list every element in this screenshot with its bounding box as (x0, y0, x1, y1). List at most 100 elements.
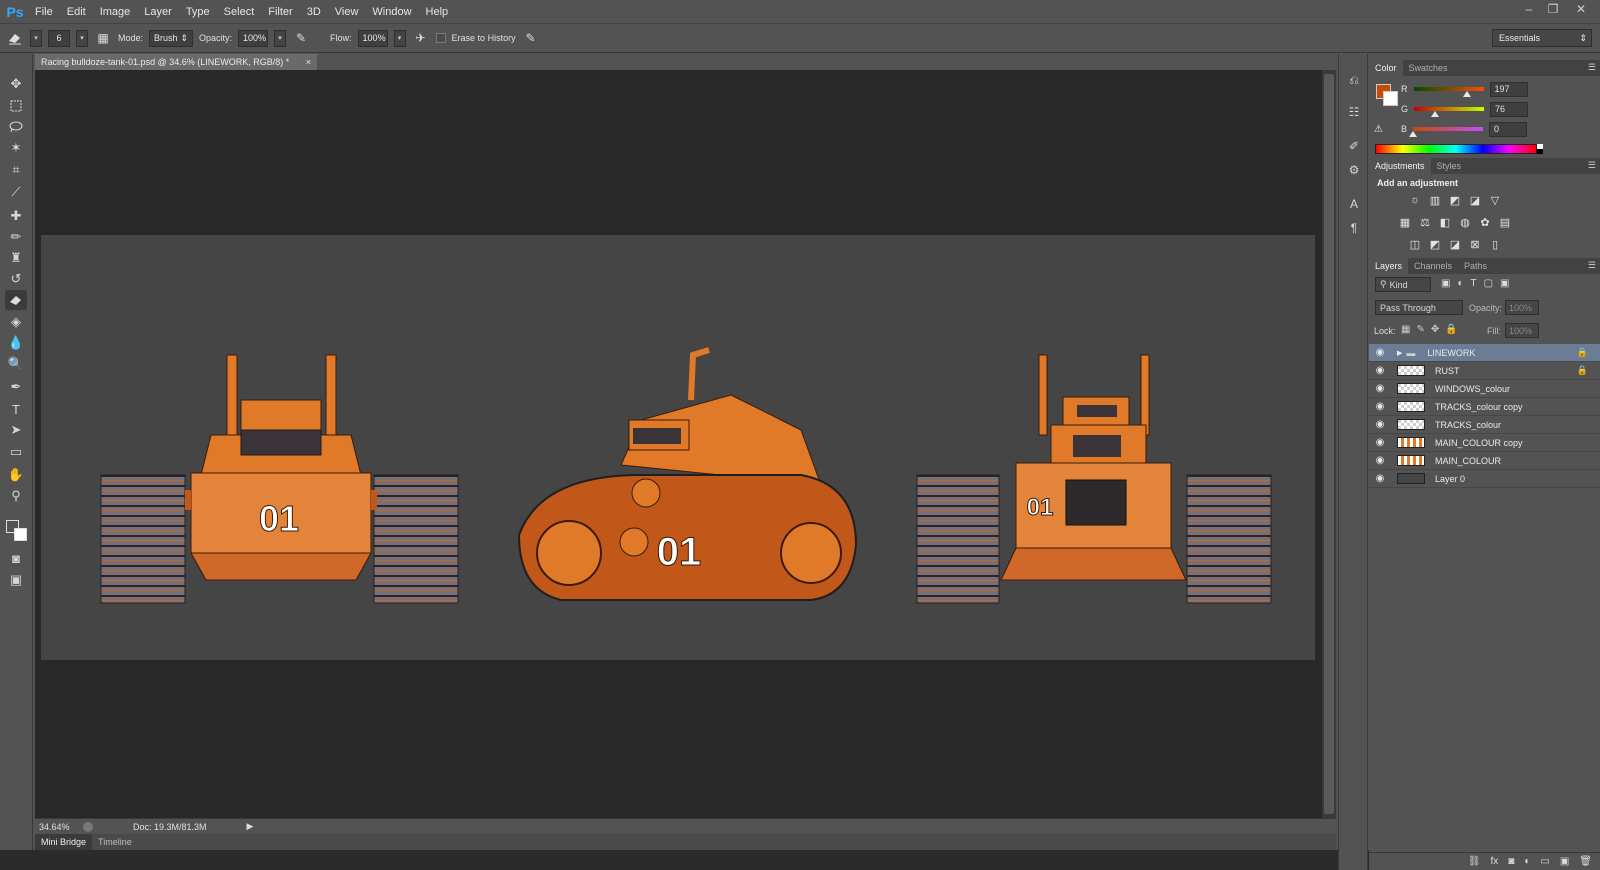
hue-saturation-icon[interactable]: ▦ (1397, 215, 1413, 229)
tab-paths[interactable]: Paths (1458, 258, 1493, 274)
fill-field[interactable]: 100% (1505, 323, 1539, 338)
color-spectrum-bar[interactable] (1375, 144, 1537, 154)
status-menu-arrow-icon[interactable]: ▶ (247, 821, 254, 832)
airbrush-icon[interactable]: ✈ (412, 29, 430, 47)
layer-row[interactable]: ◉ RUST 🔒 (1369, 362, 1600, 380)
flow-field[interactable]: 100% (357, 29, 388, 47)
hand-tool-icon[interactable]: ✋ (5, 465, 27, 485)
screen-mode-icon[interactable]: ▣ (5, 570, 27, 590)
menu-filter[interactable]: Filter (261, 6, 299, 18)
quick-mask-icon[interactable]: ◙ (5, 548, 27, 568)
tab-channels[interactable]: Channels (1408, 258, 1458, 274)
spectrum-black[interactable] (1537, 149, 1543, 154)
opacity-dropdown[interactable]: ▾ (274, 29, 287, 47)
tab-swatches[interactable]: Swatches (1403, 60, 1454, 76)
pressure-size-icon[interactable]: ✎ (522, 29, 540, 47)
threshold-icon[interactable]: ◪ (1447, 237, 1463, 251)
color-background-swatch[interactable] (1383, 91, 1398, 106)
layer-filter-select[interactable]: ⚲ Kind (1375, 277, 1431, 292)
green-slider[interactable] (1414, 107, 1485, 117)
levels-icon[interactable]: ▥ (1427, 193, 1443, 207)
tab-mini-bridge[interactable]: Mini Bridge (35, 834, 93, 850)
vibrance-icon[interactable]: ▽ (1487, 193, 1503, 207)
mode-select[interactable]: Brush ⇕ (149, 29, 194, 47)
lock-icons[interactable]: ▦✎✥🔒 (1401, 324, 1464, 335)
brightness-icon[interactable]: ☼ (1407, 193, 1423, 207)
opacity-field[interactable]: 100% (238, 29, 269, 47)
menu-help[interactable]: Help (419, 6, 456, 18)
blend-mode-select[interactable]: Pass Through (1375, 300, 1463, 315)
red-slider-thumb[interactable] (1463, 91, 1472, 97)
marquee-tool-icon[interactable] (5, 96, 27, 116)
selective-color-icon[interactable]: ⊠ (1467, 237, 1483, 251)
layer-style-icon[interactable]: fx (1491, 856, 1499, 867)
minimize-button[interactable]: – (1518, 0, 1540, 18)
panel-menu-icon[interactable]: ☰ (1588, 160, 1596, 171)
layer-mask-icon[interactable]: ◙ (1508, 856, 1514, 867)
type-tool-icon[interactable]: T (5, 399, 27, 419)
color-lookup-icon[interactable]: ▤ (1497, 215, 1513, 229)
brush-size-field[interactable]: 6 (48, 29, 70, 47)
layer-row[interactable]: ◉ ▶ ▬ LINEWORK 🔒 (1369, 344, 1600, 362)
tab-timeline[interactable]: Timeline (92, 834, 138, 850)
vertical-scrollbar[interactable] (1322, 70, 1336, 818)
menu-type[interactable]: Type (179, 6, 217, 18)
clone-stamp-tool-icon[interactable]: ♜ (5, 248, 27, 268)
green-slider-thumb[interactable] (1431, 111, 1440, 117)
status-info-icon[interactable] (83, 821, 93, 832)
invert-icon[interactable]: ◫ (1407, 237, 1423, 251)
link-layers-icon[interactable]: ⛓ (1468, 856, 1481, 867)
canvas-area[interactable]: 01 01 01 (35, 70, 1322, 818)
close-tab-icon[interactable]: × (306, 57, 311, 67)
menu-file[interactable]: File (28, 6, 60, 18)
green-value[interactable]: 76 (1490, 101, 1529, 117)
curves-icon[interactable]: ◩ (1447, 193, 1463, 207)
zoom-tool-icon[interactable]: ⚲ (5, 486, 27, 506)
new-layer-icon[interactable]: ▣ (1560, 856, 1569, 867)
visibility-eye-icon[interactable]: ◉ (1369, 419, 1391, 430)
delete-layer-icon[interactable]: 🗑 (1579, 856, 1592, 867)
tab-styles[interactable]: Styles (1431, 158, 1468, 174)
tab-layers[interactable]: Layers (1369, 258, 1409, 274)
exposure-icon[interactable]: ◪ (1467, 193, 1483, 207)
flow-dropdown[interactable]: ▾ (393, 29, 406, 47)
crop-tool-icon[interactable]: ⌗ (5, 160, 27, 180)
visibility-eye-icon[interactable]: ◉ (1369, 365, 1391, 376)
eraser-tool-icon[interactable] (5, 290, 27, 310)
new-adjustment-icon[interactable]: ◐ (1524, 856, 1530, 867)
brush-presets-icon[interactable]: ✐ (1344, 136, 1364, 156)
menu-window[interactable]: Window (365, 6, 418, 18)
layer-row[interactable]: ◉ WINDOWS_colour (1369, 380, 1600, 398)
panel-menu-icon[interactable]: ☰ (1588, 260, 1596, 271)
menu-view[interactable]: View (328, 6, 366, 18)
layer-opacity-field[interactable]: 100% (1505, 300, 1539, 315)
visibility-eye-icon[interactable]: ◉ (1369, 455, 1391, 466)
color-balance-icon[interactable]: ⚖ (1417, 215, 1433, 229)
layer-filter-icons[interactable]: ▣◐T▢▣ (1441, 278, 1517, 289)
restore-button[interactable]: ❐ (1542, 0, 1564, 18)
blur-tool-icon[interactable]: 💧 (5, 333, 27, 353)
zoom-level[interactable]: 34.64% (39, 822, 77, 832)
layer-row[interactable]: ◉ TRACKS_colour (1369, 416, 1600, 434)
blue-slider[interactable] (1409, 127, 1484, 137)
rectangle-tool-icon[interactable]: ▭ (5, 442, 27, 462)
visibility-eye-icon[interactable]: ◉ (1369, 437, 1391, 448)
layer-row[interactable]: ◉ Layer 0 (1369, 470, 1600, 488)
menu-edit[interactable]: Edit (60, 6, 93, 18)
tab-adjustments[interactable]: Adjustments (1369, 158, 1431, 174)
path-selection-tool-icon[interactable]: ➤ (5, 420, 27, 440)
visibility-eye-icon[interactable]: ◉ (1369, 347, 1391, 358)
tool-presets-icon[interactable]: ⚙ (1344, 160, 1364, 180)
posterize-icon[interactable]: ◩ (1427, 237, 1443, 251)
photo-filter-icon[interactable]: ◍ (1457, 215, 1473, 229)
brush-panel-icon[interactable]: ▦ (94, 29, 112, 47)
properties-panel-icon[interactable]: ☷ (1344, 102, 1364, 122)
panel-menu-icon[interactable]: ☰ (1588, 62, 1596, 73)
character-panel-icon[interactable]: A (1344, 194, 1364, 214)
dodge-tool-icon[interactable]: 🔍 (5, 354, 27, 374)
magic-wand-tool-icon[interactable]: ✶ (5, 138, 27, 158)
menu-3d[interactable]: 3D (300, 6, 328, 18)
document-tab[interactable]: Racing bulldoze-tank-01.psd @ 34.6% (LIN… (35, 54, 317, 70)
close-window-button[interactable]: ✕ (1570, 0, 1592, 18)
eyedropper-tool-icon[interactable]: ⟋ (5, 182, 27, 202)
